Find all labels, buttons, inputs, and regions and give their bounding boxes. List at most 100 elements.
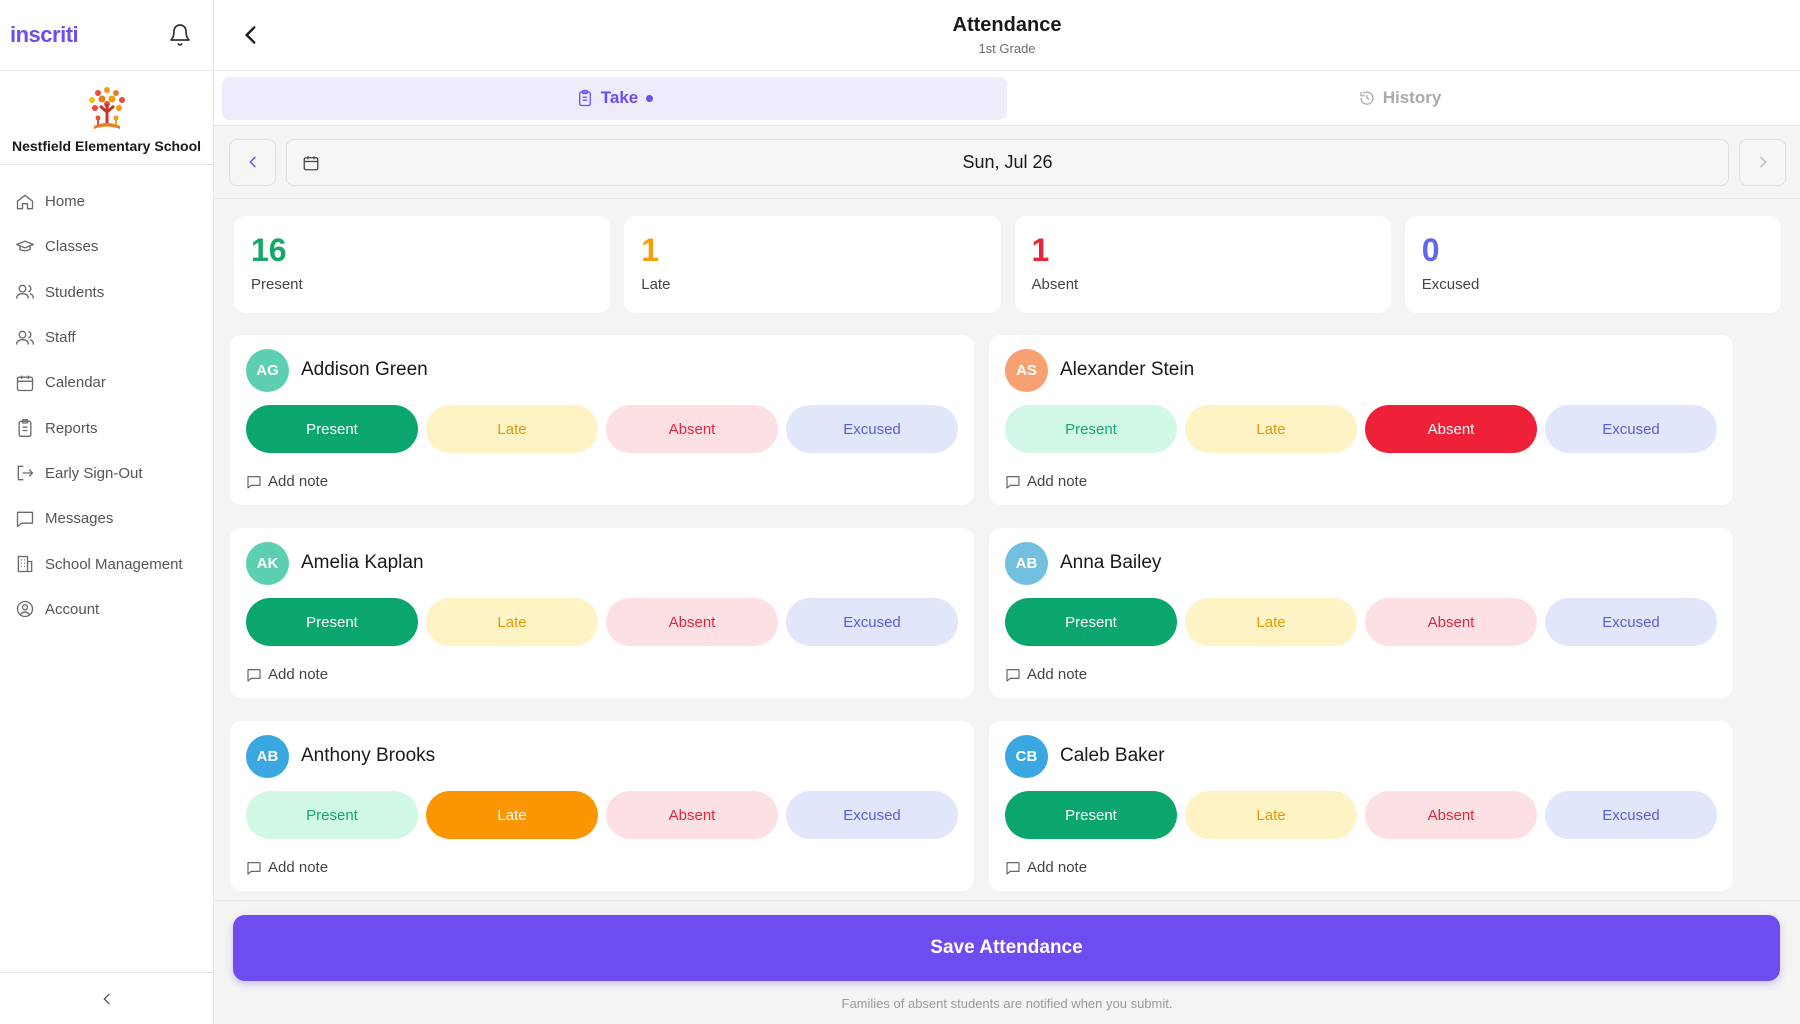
add-note-button[interactable]: Add note	[1005, 666, 1717, 683]
tab-take[interactable]: Take	[222, 76, 1007, 120]
sidebar-item-home[interactable]: Home	[0, 179, 213, 224]
unsaved-dot	[646, 94, 654, 102]
graduation-cap-icon	[16, 240, 34, 252]
add-note-label: Add note	[1027, 666, 1088, 683]
sidebar-item-label: Account	[45, 600, 100, 618]
status-absent-button[interactable]: Absent	[1365, 405, 1537, 453]
status-present-button[interactable]: Present	[246, 791, 418, 839]
message-icon	[1006, 861, 1020, 875]
chevron-left-icon	[103, 993, 110, 1004]
date-navigator: Sun, Jul 26	[214, 126, 1800, 199]
stat-late: 1 Late	[624, 216, 1001, 313]
sidebar-item-staff[interactable]: Staff	[0, 315, 213, 360]
tab-label: History	[1382, 88, 1442, 107]
sidebar-item-students[interactable]: Students	[0, 270, 213, 315]
student-header: AB Anthony Brooks	[246, 734, 958, 778]
save-attendance-button[interactable]: Save Attendance	[233, 915, 1780, 981]
avatar: CB	[1005, 734, 1048, 778]
previous-day-button[interactable]	[229, 138, 276, 186]
status-present-button[interactable]: Present	[246, 405, 418, 453]
status-present-button[interactable]: Present	[1005, 791, 1177, 839]
back-button[interactable]	[238, 22, 264, 48]
status-late-button[interactable]: Late	[426, 405, 598, 453]
status-button-group: Present Late Absent Excused	[246, 405, 958, 453]
calendar-icon	[303, 155, 319, 170]
sidebar-item-label: Home	[45, 193, 86, 211]
student-card: CB Caleb Baker Present Late Absent Excused …	[989, 721, 1733, 891]
status-excused-button[interactable]: Excused	[1545, 405, 1717, 453]
main-content: Attendance 1st Grade Take History Sun, J…	[214, 0, 1800, 1024]
status-present-button[interactable]: Present	[1005, 598, 1177, 646]
sidebar-item-calendar[interactable]: Calendar	[0, 360, 213, 405]
add-note-button[interactable]: Add note	[246, 666, 958, 683]
sidebar-nav: Home Classes Students Staff Calendar Rep…	[0, 165, 213, 632]
tab-history[interactable]: History	[1007, 77, 1792, 120]
status-absent-button[interactable]: Absent	[606, 598, 778, 646]
sidebar-item-label: Classes	[45, 238, 99, 256]
status-present-button[interactable]: Present	[1005, 405, 1177, 453]
student-name: Anna Bailey	[1060, 552, 1162, 573]
student-header: AS Alexander Stein	[1005, 348, 1717, 392]
student-card: AB Anthony Brooks Present Late Absent Excus…	[230, 721, 974, 891]
history-icon	[1360, 91, 1374, 105]
collapse-sidebar-button[interactable]	[0, 972, 214, 1024]
date-picker[interactable]: Sun, Jul 26	[286, 138, 1729, 186]
sidebar-item-label: Students	[45, 283, 105, 301]
add-note-label: Add note	[1027, 473, 1088, 490]
avatar: AS	[1005, 348, 1048, 392]
add-note-button[interactable]: Add note	[246, 859, 958, 876]
stat-excused: 0 Excused	[1404, 216, 1781, 313]
status-button-group: Present Late Absent Excused	[1005, 405, 1717, 453]
status-excused-button[interactable]: Excused	[786, 405, 958, 453]
sidebar-item-label: Messages	[45, 510, 114, 528]
status-excused-button[interactable]: Excused	[1545, 791, 1717, 839]
status-excused-button[interactable]: Excused	[786, 598, 958, 646]
sidebar-item-classes[interactable]: Classes	[0, 224, 213, 269]
sidebar-item-school-management[interactable]: School Management	[0, 541, 213, 586]
status-late-button[interactable]: Late	[1185, 405, 1357, 453]
sidebar-item-account[interactable]: Account	[0, 587, 213, 632]
sign-out-icon	[17, 466, 34, 481]
student-card: AG Addison Green Present Late Absent Excuse…	[230, 335, 974, 505]
status-late-button[interactable]: Late	[1185, 791, 1357, 839]
student-card: AS Alexander Stein Present Late Absent Excu…	[989, 335, 1733, 505]
status-absent-button[interactable]: Absent	[1365, 791, 1537, 839]
student-list: AG Addison Green Present Late Absent Excuse…	[214, 313, 1800, 891]
add-note-button[interactable]: Add note	[246, 473, 958, 490]
calendar-icon	[16, 375, 34, 391]
add-note-button[interactable]: Add note	[1005, 859, 1717, 876]
sidebar-item-reports[interactable]: Reports	[0, 405, 213, 450]
page-subtitle: 1st Grade	[978, 41, 1036, 56]
status-absent-button[interactable]: Absent	[606, 405, 778, 453]
account-icon	[16, 601, 34, 618]
add-note-button[interactable]: Add note	[1005, 473, 1717, 490]
sidebar-item-early-sign-out[interactable]: Early Sign-Out	[0, 451, 213, 496]
save-footnote: Families of absent students are notified…	[841, 996, 1173, 1011]
bell-icon[interactable]	[165, 20, 195, 50]
status-button-group: Present Late Absent Excused	[1005, 598, 1717, 646]
student-header: AG Addison Green	[246, 348, 958, 392]
add-note-label: Add note	[268, 473, 329, 490]
page-header: Attendance 1st Grade	[214, 0, 1800, 71]
sidebar-item-messages[interactable]: Messages	[0, 496, 213, 541]
status-absent-button[interactable]: Absent	[606, 791, 778, 839]
status-late-button[interactable]: Late	[426, 791, 598, 839]
message-icon	[1006, 475, 1020, 489]
status-button-group: Present Late Absent Excused	[1005, 791, 1717, 839]
add-note-label: Add note	[1027, 859, 1088, 876]
student-card: AB Anna Bailey Present Late Absent Excused …	[989, 528, 1733, 698]
building-icon	[17, 555, 33, 573]
app-logo[interactable]: inscriti	[10, 22, 79, 48]
status-absent-button[interactable]: Absent	[1365, 598, 1537, 646]
tab-label: Take	[600, 88, 639, 107]
stat-value: 0	[1421, 232, 1440, 268]
student-name: Anthony Brooks	[301, 745, 436, 766]
next-day-button[interactable]	[1739, 138, 1786, 186]
avatar: AB	[1005, 541, 1048, 585]
status-excused-button[interactable]: Excused	[786, 791, 958, 839]
status-late-button[interactable]: Late	[1185, 598, 1357, 646]
status-present-button[interactable]: Present	[246, 598, 418, 646]
status-late-button[interactable]: Late	[426, 598, 598, 646]
status-excused-button[interactable]: Excused	[1545, 598, 1717, 646]
student-name: Amelia Kaplan	[301, 552, 424, 573]
